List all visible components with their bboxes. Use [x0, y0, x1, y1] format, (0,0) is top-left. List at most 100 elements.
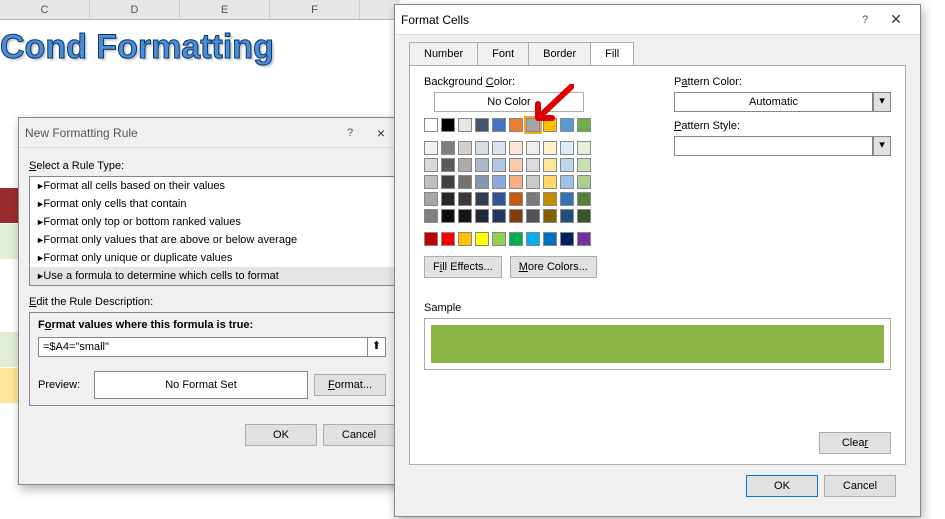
color-swatch[interactable]	[475, 209, 489, 223]
color-swatch[interactable]	[492, 209, 506, 223]
color-swatch[interactable]	[475, 141, 489, 155]
help-icon[interactable]: ?	[852, 14, 878, 26]
rule-type-item[interactable]: Format only top or bottom ranked values	[30, 213, 394, 231]
color-swatch[interactable]	[526, 209, 540, 223]
color-swatch[interactable]	[458, 209, 472, 223]
color-swatch[interactable]	[492, 141, 506, 155]
color-swatch[interactable]	[509, 158, 523, 172]
color-swatch[interactable]	[577, 192, 591, 206]
color-swatch[interactable]	[458, 232, 472, 246]
color-swatch[interactable]	[509, 118, 523, 132]
pattern-color-select[interactable]: Automatic ▾	[674, 92, 891, 112]
ok-button[interactable]: OK	[245, 424, 317, 446]
color-swatch[interactable]	[492, 118, 506, 132]
color-swatch[interactable]	[492, 192, 506, 206]
rule-type-item[interactable]: Format only unique or duplicate values	[30, 249, 394, 267]
color-swatch[interactable]	[543, 232, 557, 246]
rule-type-item[interactable]: Format only values that are above or bel…	[30, 231, 394, 249]
color-swatch[interactable]	[526, 192, 540, 206]
col-header[interactable]: C	[0, 0, 90, 19]
clear-button[interactable]: Clear	[819, 432, 891, 454]
color-swatch[interactable]	[543, 175, 557, 189]
pattern-style-select[interactable]: ▾	[674, 136, 891, 156]
color-swatch[interactable]	[441, 158, 455, 172]
format-button[interactable]: Format...	[314, 374, 386, 396]
color-swatch[interactable]	[577, 232, 591, 246]
tab-fill[interactable]: Fill	[590, 42, 634, 66]
rule-type-item[interactable]: Format all cells based on their values	[30, 177, 394, 195]
color-swatch[interactable]	[577, 158, 591, 172]
more-colors-button[interactable]: More Colors...	[510, 256, 597, 278]
rule-type-item[interactable]: Use a formula to determine which cells t…	[30, 267, 394, 285]
color-swatch[interactable]	[543, 158, 557, 172]
color-swatch[interactable]	[577, 209, 591, 223]
color-swatch[interactable]	[526, 175, 540, 189]
color-swatch[interactable]	[441, 232, 455, 246]
cancel-button[interactable]: Cancel	[824, 475, 896, 497]
rule-type-item[interactable]: Format only cells that contain	[30, 195, 394, 213]
color-swatch[interactable]	[492, 158, 506, 172]
color-swatch[interactable]	[543, 118, 557, 132]
color-swatch[interactable]	[526, 232, 540, 246]
color-swatch[interactable]	[560, 141, 574, 155]
fill-effects-button[interactable]: Fill Effects...	[424, 256, 502, 278]
color-swatch[interactable]	[475, 158, 489, 172]
color-swatch[interactable]	[560, 158, 574, 172]
tab-border[interactable]: Border	[528, 42, 591, 66]
color-swatch[interactable]	[475, 118, 489, 132]
color-swatch[interactable]	[441, 209, 455, 223]
color-swatch[interactable]	[441, 141, 455, 155]
close-icon[interactable]: ✕	[878, 11, 914, 28]
color-swatch[interactable]	[560, 118, 574, 132]
formula-input[interactable]	[38, 337, 368, 357]
color-swatch[interactable]	[560, 232, 574, 246]
col-header[interactable]: F	[270, 0, 360, 19]
color-swatch[interactable]	[543, 209, 557, 223]
color-swatch[interactable]	[458, 118, 472, 132]
no-color-swatch[interactable]	[424, 118, 438, 132]
color-swatch[interactable]	[492, 232, 506, 246]
chevron-down-icon[interactable]: ▾	[873, 92, 891, 112]
color-swatch[interactable]	[509, 141, 523, 155]
color-swatch[interactable]	[424, 158, 438, 172]
color-swatch[interactable]	[560, 192, 574, 206]
color-swatch[interactable]	[526, 158, 540, 172]
tab-font[interactable]: Font	[477, 42, 529, 66]
color-swatch[interactable]	[560, 209, 574, 223]
cancel-button[interactable]: Cancel	[323, 424, 395, 446]
col-header[interactable]: D	[90, 0, 180, 19]
color-swatch[interactable]	[441, 192, 455, 206]
color-swatch[interactable]	[424, 232, 438, 246]
color-swatch[interactable]	[424, 141, 438, 155]
ok-button[interactable]: OK	[746, 475, 818, 497]
color-swatch[interactable]	[509, 175, 523, 189]
color-swatch[interactable]	[475, 232, 489, 246]
color-swatch[interactable]	[577, 118, 591, 132]
color-swatch[interactable]	[424, 192, 438, 206]
color-swatch[interactable]	[458, 141, 472, 155]
color-swatch[interactable]	[543, 141, 557, 155]
color-swatch[interactable]	[492, 175, 506, 189]
tab-number[interactable]: Number	[409, 42, 478, 66]
color-swatch[interactable]	[475, 192, 489, 206]
color-swatch[interactable]	[526, 141, 540, 155]
color-swatch[interactable]	[441, 118, 455, 132]
color-swatch[interactable]	[509, 209, 523, 223]
color-swatch[interactable]	[526, 118, 540, 132]
chevron-down-icon[interactable]: ▾	[873, 136, 891, 156]
rule-type-list[interactable]: Format all cells based on their values F…	[29, 176, 395, 286]
range-picker-icon[interactable]: ⬆	[368, 337, 386, 357]
col-header[interactable]: E	[180, 0, 270, 19]
color-swatch[interactable]	[509, 192, 523, 206]
color-swatch[interactable]	[441, 175, 455, 189]
color-swatch[interactable]	[458, 192, 472, 206]
help-icon[interactable]: ?	[337, 127, 363, 139]
color-swatch[interactable]	[424, 209, 438, 223]
color-swatch[interactable]	[577, 141, 591, 155]
color-swatch[interactable]	[458, 158, 472, 172]
color-swatch[interactable]	[475, 175, 489, 189]
color-swatch[interactable]	[509, 232, 523, 246]
no-color-button[interactable]: No Color	[434, 92, 584, 112]
color-swatch[interactable]	[458, 175, 472, 189]
color-swatch[interactable]	[424, 175, 438, 189]
